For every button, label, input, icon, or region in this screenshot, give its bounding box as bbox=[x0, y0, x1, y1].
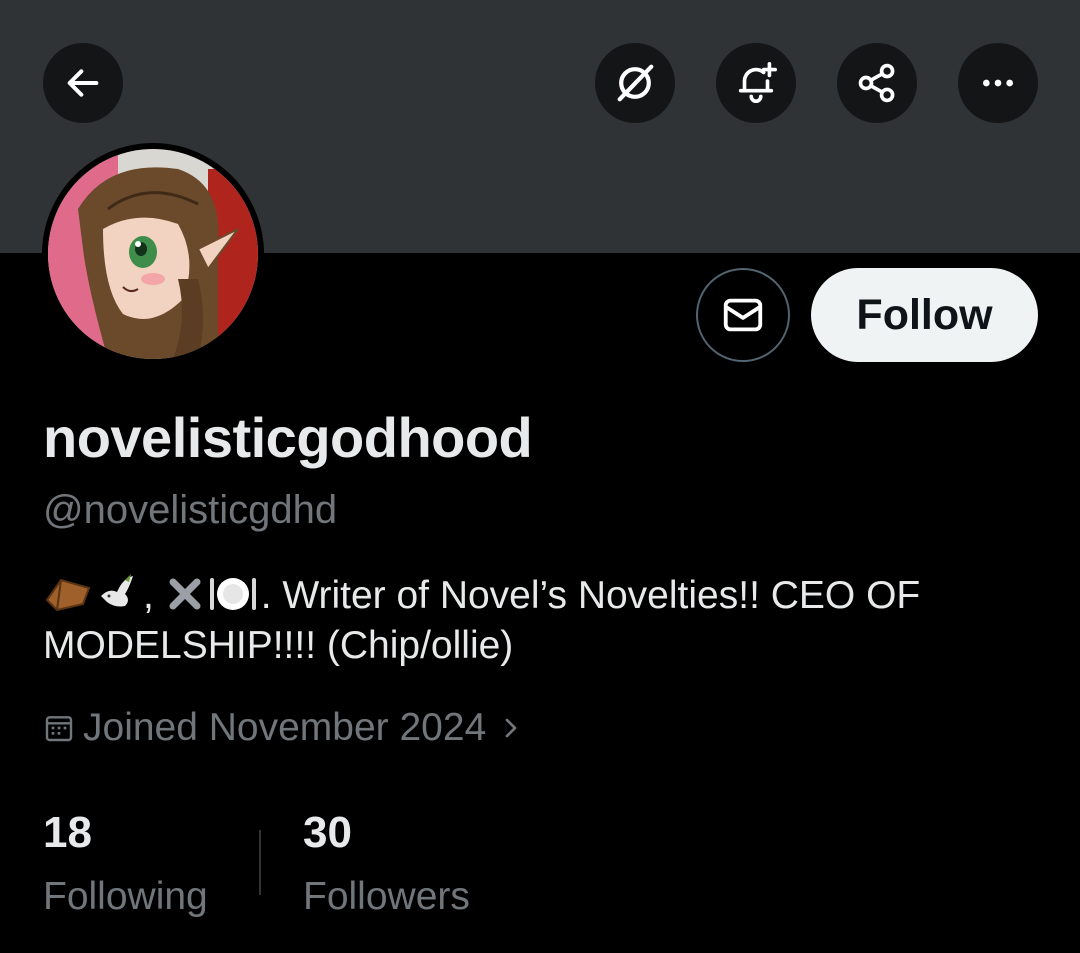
notifications-button[interactable] bbox=[716, 43, 796, 123]
arrow-left-icon bbox=[67, 69, 99, 97]
grok-icon bbox=[617, 64, 654, 102]
dove-icon bbox=[101, 574, 133, 607]
bio-emojis bbox=[43, 570, 139, 614]
back-button[interactable] bbox=[43, 43, 123, 123]
more-options-button[interactable] bbox=[958, 43, 1038, 123]
avatar-image bbox=[48, 149, 258, 359]
grok-button[interactable] bbox=[595, 43, 675, 123]
bio-emojis-2 bbox=[165, 572, 257, 616]
following-count[interactable]: 18 bbox=[43, 808, 92, 858]
cross-mark-icon bbox=[169, 578, 201, 610]
share-button[interactable] bbox=[837, 43, 917, 123]
mail-icon bbox=[723, 298, 763, 332]
user-handle: @novelisticgdhd bbox=[43, 488, 338, 532]
joined-date[interactable]: Joined November 2024 bbox=[43, 700, 522, 756]
profile-bio: , . Writer of Novel’s Novelties!! CEO OF… bbox=[43, 570, 1043, 671]
plate-with-cutlery-icon bbox=[209, 578, 256, 610]
joined-text: Joined November 2024 bbox=[83, 706, 487, 749]
stats-divider bbox=[259, 830, 261, 895]
follow-button[interactable]: Follow bbox=[811, 268, 1038, 362]
chevron-right-icon bbox=[505, 718, 517, 738]
profile-avatar[interactable] bbox=[42, 143, 264, 365]
coffin-icon bbox=[45, 578, 91, 612]
more-horizontal-icon bbox=[983, 79, 1013, 87]
message-button[interactable] bbox=[696, 268, 790, 362]
followers-label[interactable]: Followers bbox=[303, 875, 470, 919]
followers-count[interactable]: 30 bbox=[303, 808, 352, 858]
following-label[interactable]: Following bbox=[43, 875, 208, 919]
calendar-icon bbox=[45, 716, 73, 742]
share-icon bbox=[858, 63, 895, 103]
display-name: novelisticgodhood bbox=[43, 406, 533, 469]
bell-plus-icon bbox=[738, 62, 777, 103]
bio-comma: , bbox=[143, 574, 154, 617]
